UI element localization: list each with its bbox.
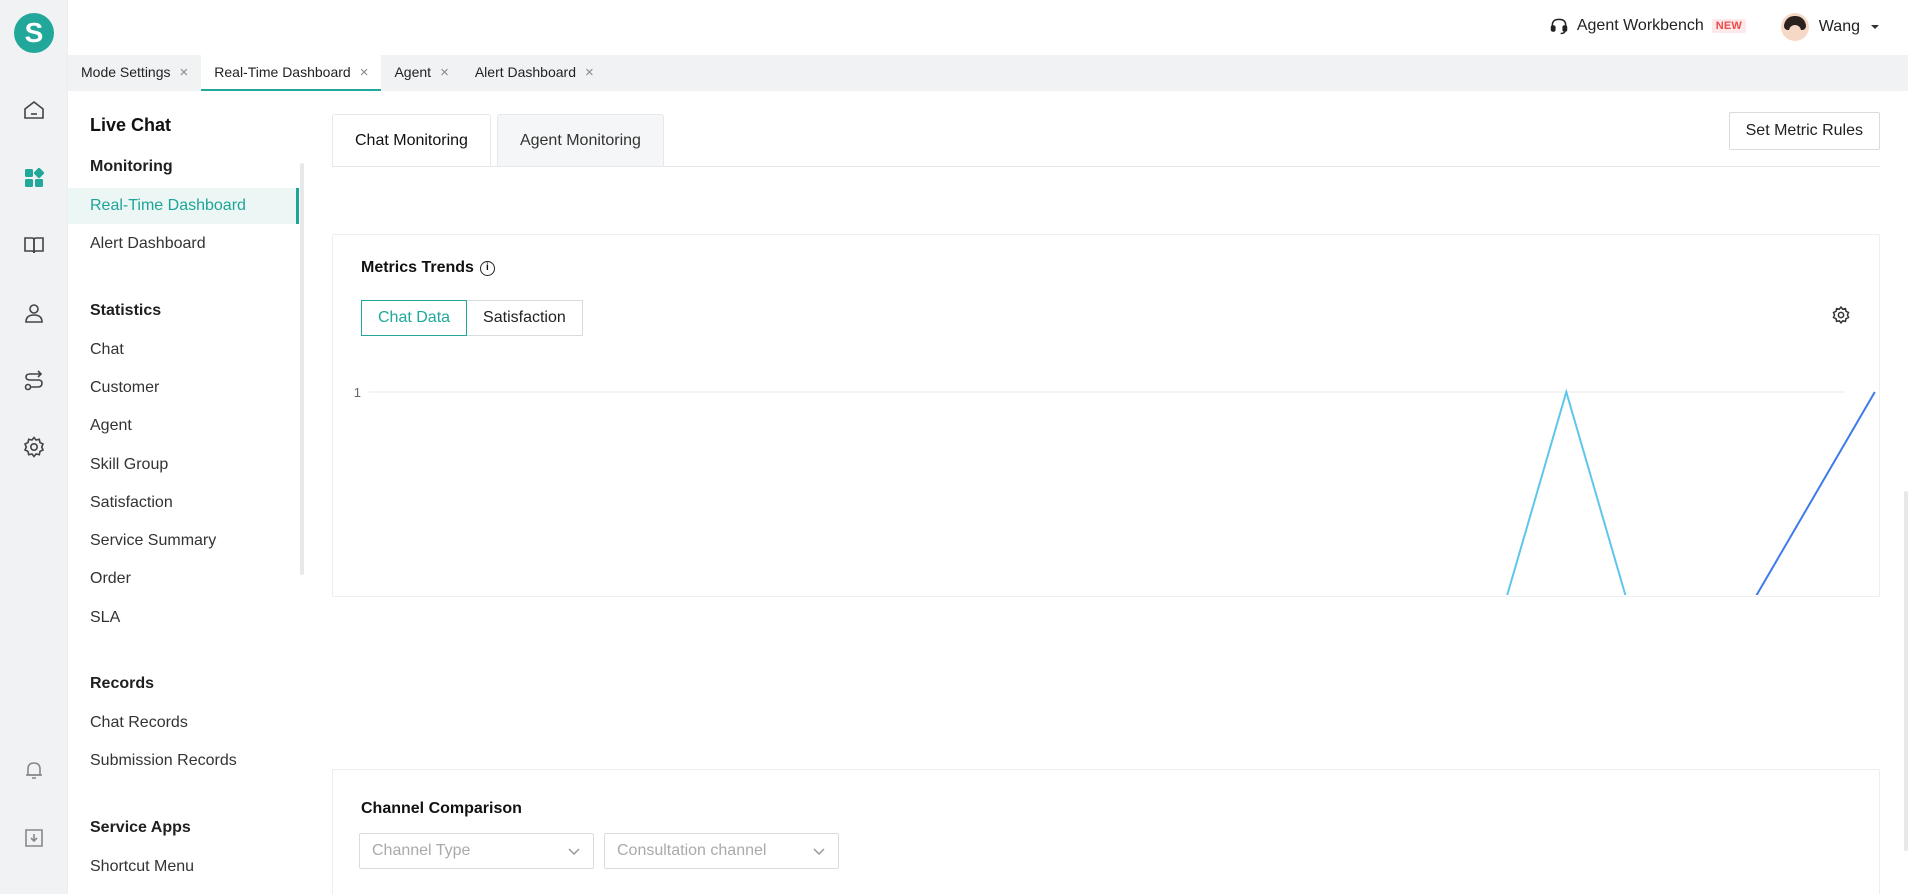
nav-item[interactable]: Customer: [68, 370, 299, 406]
nav-item[interactable]: Shortcut Menu: [68, 849, 299, 885]
app-logo[interactable]: S: [14, 13, 54, 53]
page-tab-label: Alert Dashboard: [474, 64, 576, 80]
knowledge-book-icon[interactable]: [20, 231, 48, 259]
page-tab-label: Agent: [394, 64, 432, 80]
channel-comparison-title: Channel Comparison: [361, 800, 522, 817]
nav-group-heading: Monitoring: [90, 158, 173, 175]
metrics-trends-heading: Metrics Trends i: [361, 259, 495, 277]
nav-group-heading: Records: [90, 675, 155, 692]
icon-rail: S: [0, 0, 68, 894]
nav-item[interactable]: Chat Records: [68, 705, 299, 741]
notification-bell-icon[interactable]: [20, 756, 48, 784]
nav-item[interactable]: Alert Dashboard: [68, 226, 299, 262]
channel-comparison-card: Channel Comparison: [332, 769, 1880, 894]
nav-item[interactable]: FAQ: [68, 887, 299, 894]
close-icon[interactable]: ×: [585, 65, 594, 80]
consultation-channel-placeholder: Consultation channel: [617, 842, 767, 859]
metrics-segment-control: Chat Data Satisfaction: [361, 300, 583, 336]
channel-type-select[interactable]: Channel Type: [359, 833, 594, 869]
headset-icon: [1550, 18, 1568, 35]
nav-group-heading: Service Apps: [90, 818, 191, 836]
page-tab-label: Mode Settings: [81, 64, 171, 80]
y-tick-label: 1: [354, 385, 361, 400]
avatar: [1780, 13, 1809, 41]
home-icon[interactable]: [20, 96, 48, 124]
nav-item[interactable]: Real-Time Dashboard: [68, 188, 299, 224]
nav-item[interactable]: Order: [68, 561, 299, 597]
metrics-trends-title: Metrics Trends: [361, 259, 474, 276]
close-icon[interactable]: ×: [440, 65, 449, 80]
chart-settings-gear-icon[interactable]: [1831, 305, 1851, 325]
page-tab[interactable]: Real-Time Dashboard ×: [201, 55, 382, 91]
chevron-down-icon: [568, 848, 580, 856]
segment-chat-data[interactable]: Chat Data: [361, 300, 468, 336]
caret-down-icon: [1871, 25, 1879, 29]
info-icon[interactable]: i: [479, 260, 495, 276]
nav-item[interactable]: Agent: [68, 408, 299, 444]
metrics-trend-chart: 0103-29 16:0203-29 18:0203-29 20:0203-29…: [354, 385, 1876, 595]
new-badge: NEW: [1711, 19, 1746, 33]
page-tab[interactable]: Alert Dashboard ×: [462, 55, 607, 91]
nav-item[interactable]: Skill Group: [68, 447, 299, 483]
agent-workbench-link[interactable]: Agent Workbench NEW: [1549, 16, 1746, 36]
settings-gear-icon[interactable]: [20, 433, 48, 461]
dashboard-icon[interactable]: [20, 164, 48, 192]
agent-workbench-label: Agent Workbench: [1576, 17, 1704, 34]
nav-item[interactable]: SLA: [68, 600, 299, 636]
series-line-closed: [1506, 388, 1627, 595]
user-menu[interactable]: Wang: [1780, 13, 1880, 41]
consultation-channel-select[interactable]: Consultation channel: [604, 833, 839, 869]
close-icon[interactable]: ×: [360, 65, 369, 80]
page-tab[interactable]: Mode Settings ×: [68, 55, 201, 91]
main-scrollbar[interactable]: [1904, 491, 1908, 851]
segment-satisfaction[interactable]: Satisfaction: [467, 300, 583, 336]
customer-icon[interactable]: [20, 299, 48, 327]
close-icon[interactable]: ×: [180, 65, 189, 80]
nav-item[interactable]: Chat: [68, 332, 299, 368]
download-icon[interactable]: [20, 824, 48, 852]
set-metric-rules-button[interactable]: Set Metric Rules: [1728, 112, 1880, 150]
user-name: Wang: [1818, 18, 1860, 35]
tab-agent-monitoring[interactable]: Agent Monitoring: [496, 114, 664, 166]
top-header: Agent Workbench NEW Wang: [68, 0, 1908, 55]
routing-icon[interactable]: [20, 367, 48, 395]
content-tabs: Chat Monitoring Agent Monitoring: [332, 114, 664, 166]
page-tab-label: Real-Time Dashboard: [214, 64, 351, 80]
page-tab[interactable]: Agent ×: [381, 55, 461, 91]
tabs-divider: [332, 166, 1880, 167]
nav-item[interactable]: Service Summary: [68, 523, 299, 559]
metrics-trends-card: Metrics Trends i Chat Data Satisfaction …: [332, 234, 1880, 597]
secondary-nav: Live Chat Monitoring Real-Time Dashboard A…: [68, 91, 304, 894]
main-content: Chat Monitoring Agent Monitoring Set Met…: [304, 91, 1908, 894]
channel-type-placeholder: Channel Type: [372, 842, 471, 859]
chevron-down-icon: [813, 848, 825, 856]
nav-item[interactable]: Satisfaction: [68, 485, 299, 521]
nav-item[interactable]: Submission Records: [68, 743, 299, 779]
tab-chat-monitoring[interactable]: Chat Monitoring: [332, 114, 491, 166]
page-tab-strip: Mode Settings × Real-Time Dashboard × Agent ×…: [68, 55, 1908, 91]
nav-group-heading: Statistics: [90, 301, 162, 319]
series-line-new: [1755, 391, 1876, 595]
nav-title: Live Chat: [90, 115, 172, 135]
